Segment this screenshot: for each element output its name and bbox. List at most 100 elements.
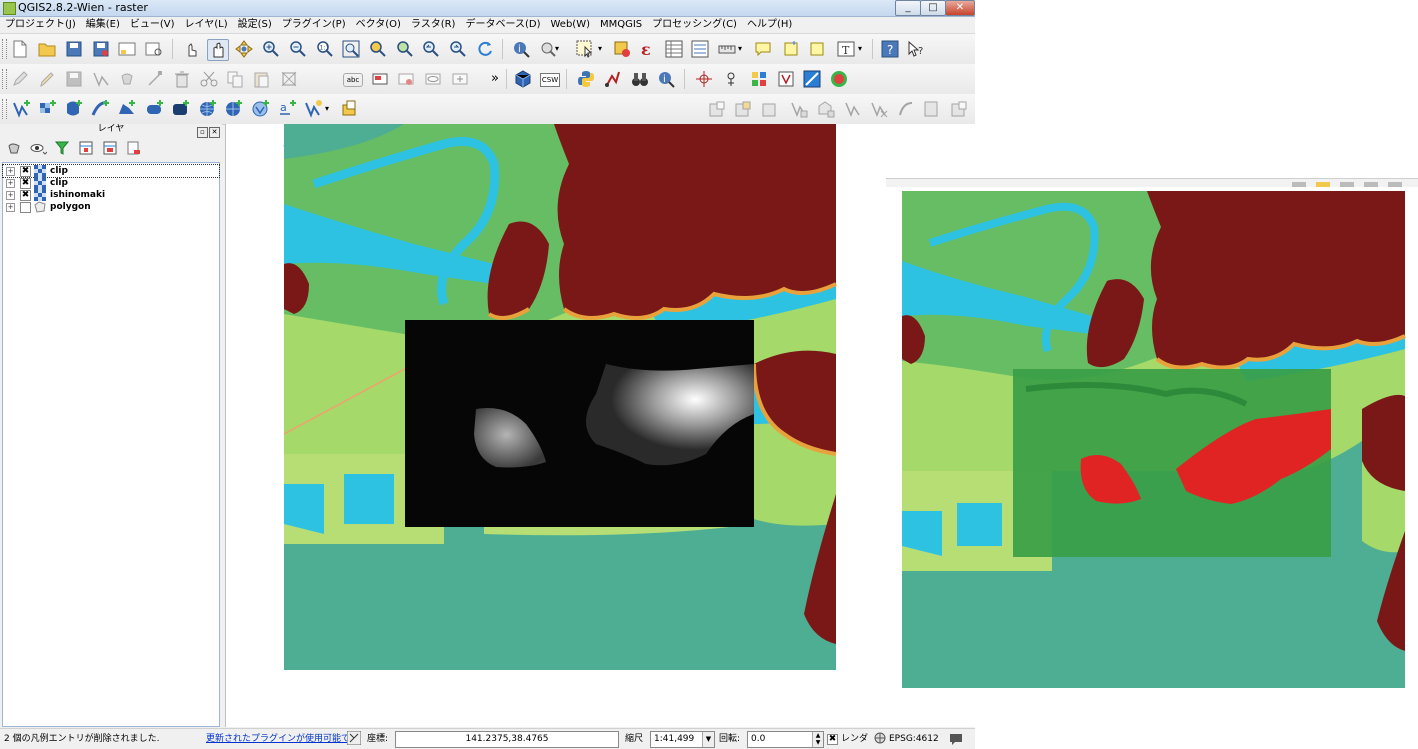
close-button[interactable]: ✕: [945, 0, 975, 16]
vector-editing-plugin-icon[interactable]: [776, 69, 796, 89]
layer-visibility-checkbox[interactable]: ✖: [20, 190, 31, 201]
digitize-tool-4-icon[interactable]: [869, 99, 889, 119]
menu-help[interactable]: ヘルプ(H): [742, 17, 797, 33]
digitize-tool-7-icon[interactable]: [949, 99, 969, 119]
metasearch-icon[interactable]: [513, 69, 533, 89]
map-tips-icon[interactable]: [753, 39, 773, 59]
identify-info-icon[interactable]: i: [656, 69, 676, 89]
scale-dropdown-icon[interactable]: ▼: [702, 732, 714, 747]
deselect-all-icon[interactable]: [612, 39, 632, 59]
select-features-icon[interactable]: [575, 39, 595, 59]
toolbar-grip[interactable]: [2, 39, 7, 59]
menu-database[interactable]: データベース(D): [460, 17, 545, 33]
zonal-statistics-icon[interactable]: [829, 69, 849, 89]
delete-selected-icon[interactable]: [172, 69, 192, 89]
node-tool-icon[interactable]: [145, 69, 165, 89]
add-wfs-layer-icon[interactable]: [251, 99, 271, 119]
simplify-feature-icon[interactable]: [279, 69, 299, 89]
heatmap-plugin-icon[interactable]: [749, 69, 769, 89]
layer-labeling-icon[interactable]: [370, 69, 390, 89]
render-checkbox[interactable]: ✖: [827, 734, 838, 745]
mmqgis-tool-1-icon[interactable]: [707, 99, 727, 119]
identify-features-icon[interactable]: i: [511, 39, 531, 59]
refresh-icon[interactable]: [475, 39, 495, 59]
crs-globe-icon[interactable]: [873, 731, 887, 745]
move-feature-icon[interactable]: [118, 69, 138, 89]
georeferencer-icon[interactable]: [722, 69, 742, 89]
add-oracle-layer-icon[interactable]: [145, 99, 165, 119]
dropdown-arrow-icon[interactable]: ▾: [855, 39, 865, 59]
dropdown-arrow-icon[interactable]: ▾: [322, 99, 332, 119]
menu-web[interactable]: Web(W): [545, 17, 595, 33]
collapse-all-icon[interactable]: [100, 138, 120, 158]
road-graph-icon[interactable]: [802, 69, 822, 89]
zoom-to-layer-icon[interactable]: [395, 39, 415, 59]
zoom-full-icon[interactable]: [341, 39, 361, 59]
menu-raster[interactable]: ラスタ(R): [406, 17, 461, 33]
toggle-editing-icon[interactable]: [36, 69, 56, 89]
pan-map-icon[interactable]: [207, 39, 229, 61]
layer-visibility-checkbox[interactable]: ✖: [20, 178, 31, 189]
show-hide-labels-icon[interactable]: [423, 69, 443, 89]
csw-button[interactable]: CSW: [540, 73, 560, 87]
rotation-stepper-icon[interactable]: ▲ ▼: [812, 732, 823, 747]
menu-processing[interactable]: プロセッシング(C): [647, 17, 742, 33]
minimize-button[interactable]: _: [895, 0, 921, 16]
menu-settings[interactable]: 設定(S): [233, 17, 277, 33]
move-label-icon[interactable]: [450, 69, 470, 89]
open-layer-styling-icon[interactable]: [4, 138, 24, 158]
add-wms-layer-icon[interactable]: [198, 99, 218, 119]
whats-this-icon[interactable]: ?: [906, 39, 926, 59]
measure-line-icon[interactable]: [717, 39, 737, 59]
messages-icon[interactable]: [948, 731, 964, 747]
layer-item[interactable]: + ✖ clip: [2, 164, 220, 178]
scale-combobox[interactable]: 1:41,499 ▼: [650, 731, 715, 748]
show-bookmarks-icon[interactable]: [807, 39, 827, 59]
add-raster-layer-icon[interactable]: [38, 99, 58, 119]
save-layer-edits-icon[interactable]: [64, 69, 84, 89]
gps-tracking-icon[interactable]: [603, 69, 623, 89]
mmqgis-tool-2-icon[interactable]: [733, 99, 753, 119]
paste-features-icon[interactable]: [252, 69, 272, 89]
composer-manager-icon[interactable]: [144, 39, 164, 59]
toolbar-grip[interactable]: [2, 69, 7, 89]
new-print-composer-icon[interactable]: [117, 39, 137, 59]
add-mssql-layer-icon[interactable]: [117, 99, 137, 119]
add-postgis-layer-icon[interactable]: [64, 99, 84, 119]
mmqgis-tool-3-icon[interactable]: [760, 99, 780, 119]
menu-project[interactable]: プロジェクト(J): [0, 17, 81, 33]
help-contents-icon[interactable]: ?: [880, 39, 900, 59]
zoom-native-icon[interactable]: 1:1: [315, 39, 335, 59]
digitize-tool-1-icon[interactable]: [789, 99, 809, 119]
open-project-icon[interactable]: [37, 39, 57, 59]
layer-item[interactable]: + polygon: [3, 201, 219, 213]
add-vector-layer-icon[interactable]: [12, 99, 32, 119]
map-render[interactable]: [226, 124, 975, 727]
filter-legend-icon[interactable]: [52, 138, 72, 158]
manage-visibility-icon[interactable]: [28, 138, 48, 158]
expand-toggle[interactable]: +: [6, 191, 15, 200]
digitize-tool-6-icon[interactable]: [922, 99, 942, 119]
zoom-in-icon[interactable]: [261, 39, 281, 59]
attribute-table-icon[interactable]: [664, 39, 684, 59]
add-feature-icon[interactable]: [91, 69, 111, 89]
touch-zoom-icon[interactable]: [181, 39, 201, 59]
statistical-summary-icon[interactable]: [690, 39, 710, 59]
menu-view[interactable]: ビュー(V): [125, 17, 180, 33]
toolbar-grip[interactable]: [2, 99, 7, 119]
new-bookmark-icon[interactable]: [781, 39, 801, 59]
zoom-out-icon[interactable]: [288, 39, 308, 59]
digitize-tool-3-icon[interactable]: [843, 99, 863, 119]
map-canvas[interactable]: [225, 124, 975, 727]
remove-layer-icon[interactable]: [124, 138, 144, 158]
new-project-icon[interactable]: [10, 39, 30, 59]
digitize-tool-5-icon[interactable]: [896, 99, 916, 119]
menu-edit[interactable]: 編集(E): [81, 17, 125, 33]
add-db2-layer-icon[interactable]: [171, 99, 191, 119]
dropdown-arrow-icon[interactable]: ▾: [552, 39, 562, 59]
expand-toggle[interactable]: +: [6, 203, 15, 212]
menu-vector[interactable]: ベクタ(O): [351, 17, 406, 33]
more-tools-chevron[interactable]: »: [485, 69, 505, 89]
cut-features-icon[interactable]: [199, 69, 219, 89]
binoculars-search-icon[interactable]: [630, 69, 650, 89]
